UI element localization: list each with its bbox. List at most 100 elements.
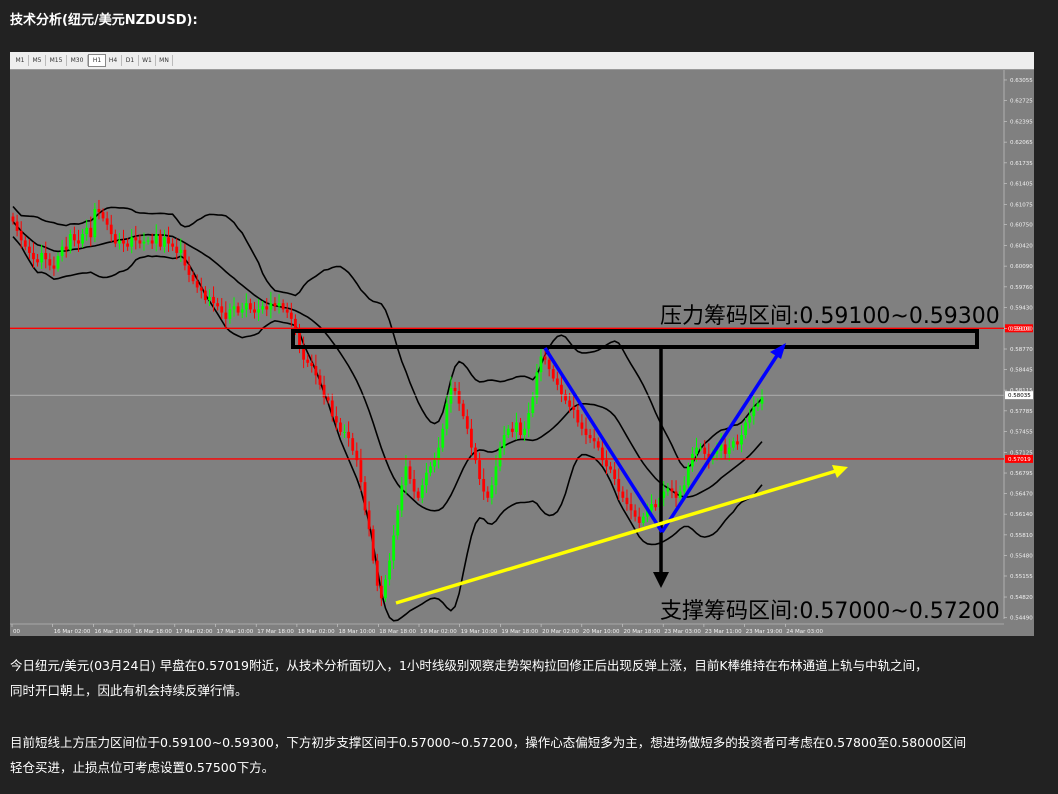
price-tick-label: 0.63055 (1010, 78, 1033, 84)
candle-body (461, 403, 465, 417)
candle-body (48, 259, 52, 266)
timeframe-button-h1[interactable]: H1 (88, 54, 106, 67)
paragraph-1-line-2: 同时开口朝上，因此有机会持续反弹行情。 (10, 683, 248, 698)
timeframe-button-w1[interactable]: W1 (139, 55, 156, 66)
candle-body (138, 240, 142, 244)
candle-body (261, 306, 265, 310)
price-tick-label: 0.56795 (1010, 471, 1033, 477)
candle-body (404, 466, 408, 486)
timeframe-button-mn[interactable]: MN (156, 55, 173, 66)
candle-body (543, 356, 547, 360)
candle-body (457, 391, 461, 404)
timeframe-button-h4[interactable]: H4 (105, 55, 122, 66)
candle-body (547, 359, 551, 370)
candle-body (89, 227, 93, 238)
time-tick-label: 18 Mar 10:00 (339, 629, 376, 635)
candle-body (101, 212, 105, 219)
candle-body (240, 309, 244, 313)
candle-body (77, 240, 80, 244)
candle-body (310, 362, 314, 366)
candle-body (208, 296, 211, 301)
candle-body (731, 441, 735, 448)
candle-body (453, 387, 457, 392)
price-tick-label: 0.55810 (1010, 533, 1033, 539)
candle-body (666, 488, 670, 492)
time-tick-label: 18 Mar 02:00 (298, 629, 335, 635)
candle-body (220, 306, 224, 313)
candle-body (216, 303, 220, 307)
price-tick-label: 0.56140 (1010, 512, 1033, 518)
candle-body (408, 466, 412, 479)
price-tick-label: 0.60420 (1010, 243, 1033, 249)
price-tick-label: 0.55480 (1010, 554, 1033, 560)
candle-body (744, 422, 748, 436)
price-tick-label: 0.57125 (1010, 450, 1033, 456)
candle-body (146, 240, 150, 242)
time-tick-label: 24 Mar 03:00 (786, 629, 823, 635)
candle-body (510, 428, 514, 432)
candle-body (105, 218, 109, 225)
candle-body (551, 369, 555, 379)
timeframe-button-m15[interactable]: M15 (46, 55, 67, 66)
candle-body (97, 208, 101, 213)
resistance-zone-label: 压力筹码区间:0.59100~0.59300 (660, 304, 1000, 329)
candle-body (596, 441, 600, 448)
candle-body (613, 469, 617, 479)
candle-body (392, 535, 396, 561)
price-chart[interactable]: 0.59100 0.58035 0.57019 0.63055 0.62725 0.62… (10, 52, 1034, 636)
paragraph-2-line-1: 目前短线上方压力区间位于0.59100~0.59300，下方初步支撑区间于0.5… (10, 735, 967, 750)
candle-body (379, 585, 383, 599)
candle-body (109, 224, 113, 235)
chart-svg: 0.591000.580350.57019 0.630550.627250.62… (10, 69, 1034, 636)
candle-body (470, 428, 473, 448)
chart-plot-bg (10, 69, 1034, 636)
candle-body (191, 274, 195, 282)
candle-body (506, 428, 510, 436)
price-tick-label: 0.60090 (1010, 264, 1033, 270)
time-tick-label: 16 Mar 18:00 (135, 629, 172, 635)
candle-body (674, 491, 678, 498)
candle-body (171, 243, 175, 247)
time-tick-label: 00 (13, 629, 20, 635)
price-tick-label: 0.58770 (1010, 347, 1033, 353)
candle-body (15, 221, 19, 231)
time-tick-label: 23 Mar 03:00 (664, 629, 701, 635)
timeframe-toolbar: M1 M5 M15 M30 H1 H4 D1 W1 MN (10, 52, 1034, 70)
price-tick-label: 0.59100 (1010, 326, 1033, 332)
candle-body (281, 303, 285, 310)
price-tick-label: 0.54490 (1010, 616, 1033, 622)
candle-body (367, 510, 371, 530)
candle-body (588, 435, 592, 439)
candle-body (289, 312, 293, 319)
time-tick-label: 23 Mar 19:00 (746, 629, 783, 635)
candle-body (703, 447, 707, 454)
candle-body (695, 447, 698, 454)
timeframe-button-m5[interactable]: M5 (29, 55, 46, 66)
candle-body (167, 237, 170, 244)
candle-body (330, 400, 334, 417)
candle-body (555, 378, 559, 385)
candle-body (113, 234, 117, 244)
analysis-paragraph-2: 目前短线上方压力区间位于0.59100~0.59300，下方初步支撑区间于0.5… (10, 730, 1040, 780)
candle-body (396, 510, 400, 536)
timeframe-button-m1[interactable]: M1 (12, 55, 29, 66)
timeframe-button-d1[interactable]: D1 (122, 55, 139, 66)
candle-body (420, 485, 424, 498)
candle-body (629, 504, 633, 511)
candle-body (723, 444, 727, 454)
candle-body (265, 306, 269, 310)
candle-body (498, 447, 502, 467)
candle-body (686, 466, 690, 486)
candle-body (56, 256, 60, 269)
candle-body (118, 240, 121, 244)
candle-body (302, 347, 305, 360)
candle-body (52, 265, 56, 269)
candle-body (273, 303, 277, 307)
candle-body (478, 460, 481, 479)
time-tick-label: 19 Mar 18:00 (501, 629, 538, 635)
candle-body (621, 491, 625, 498)
candle-body (560, 384, 563, 395)
candle-body (122, 240, 125, 244)
price-tick-label: 0.56470 (1010, 491, 1033, 497)
timeframe-button-m30[interactable]: M30 (67, 55, 88, 66)
